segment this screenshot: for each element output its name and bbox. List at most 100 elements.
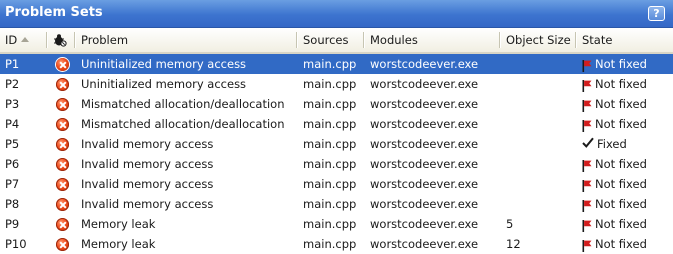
error-icon: [56, 158, 69, 171]
row-modules: worstcodeever.exe: [370, 117, 479, 131]
row-object-size: [501, 54, 575, 74]
column-header-problem[interactable]: Problem: [76, 28, 298, 52]
problem-list[interactable]: P1 Uninitialized memory access main.cpp …: [0, 54, 673, 254]
column-header-state[interactable]: State: [577, 28, 673, 52]
flag-icon: [582, 118, 592, 132]
table-row[interactable]: P8 Invalid memory access main.cpp worstc…: [0, 194, 673, 214]
column-header-modules-label: Modules: [370, 33, 418, 47]
column-header-object-size[interactable]: Object Size: [501, 28, 577, 52]
row-object-size: [501, 114, 575, 134]
row-sources: main.cpp: [303, 237, 357, 251]
row-problem: Memory leak: [81, 237, 156, 251]
row-problem: Mismatched allocation/deallocation: [81, 117, 285, 131]
row-id: P3: [5, 97, 20, 111]
row-sources: main.cpp: [303, 77, 357, 91]
table-row[interactable]: P3 Mismatched allocation/deallocation ma…: [0, 94, 673, 114]
row-id: P7: [5, 177, 20, 191]
error-icon: [56, 78, 69, 91]
row-state: Not fixed: [577, 174, 673, 194]
row-state: Not fixed: [577, 234, 673, 254]
table-row[interactable]: P7 Invalid memory access main.cpp worstc…: [0, 174, 673, 194]
row-id: P5: [5, 137, 20, 151]
row-modules: worstcodeever.exe: [370, 217, 479, 231]
table-row[interactable]: P9 Memory leak main.cpp worstcodeever.ex…: [0, 214, 673, 234]
help-button[interactable]: ?: [648, 6, 665, 21]
flag-icon: [582, 238, 592, 252]
column-header-object-size-label: Object Size: [506, 33, 571, 47]
column-header-modules[interactable]: Modules: [365, 28, 501, 52]
row-state-label: Not fixed: [595, 97, 647, 111]
row-state: Not fixed: [577, 94, 673, 114]
row-modules: worstcodeever.exe: [370, 237, 479, 251]
row-state-label: Not fixed: [595, 117, 647, 131]
row-id: P6: [5, 157, 20, 171]
row-object-size: [501, 74, 575, 94]
error-icon: [56, 138, 69, 151]
row-object-size: [501, 134, 575, 154]
row-object-size: [501, 194, 575, 214]
table-row[interactable]: P5 Invalid memory access main.cpp worstc…: [0, 134, 673, 154]
checkmark-icon: [582, 134, 594, 154]
table-row[interactable]: P4 Mismatched allocation/deallocation ma…: [0, 114, 673, 134]
flag-icon: [582, 78, 592, 92]
row-modules: worstcodeever.exe: [370, 57, 479, 71]
error-icon: [56, 238, 69, 251]
error-icon: [56, 58, 69, 71]
row-state: Not fixed: [577, 214, 673, 234]
row-state: Fixed: [577, 134, 673, 154]
panel-title: Problem Sets: [5, 5, 103, 20]
row-modules: worstcodeever.exe: [370, 77, 479, 91]
row-modules: worstcodeever.exe: [370, 157, 479, 171]
flag-icon: [582, 218, 592, 232]
flag-icon: [582, 198, 592, 212]
row-id: P10: [5, 237, 27, 251]
row-id: P9: [5, 217, 20, 231]
row-problem: Uninitialized memory access: [81, 77, 247, 91]
row-problem: Invalid memory access: [81, 157, 214, 171]
flag-icon: [582, 158, 592, 172]
row-state: Not fixed: [577, 114, 673, 134]
table-row[interactable]: P2 Uninitialized memory access main.cpp …: [0, 74, 673, 94]
row-id: P4: [5, 117, 20, 131]
column-header-sources-label: Sources: [303, 33, 349, 47]
row-state-label: Not fixed: [595, 237, 647, 251]
row-state-label: Not fixed: [595, 57, 647, 71]
table-row[interactable]: P10 Memory leak main.cpp worstcodeever.e…: [0, 234, 673, 254]
column-header-id-label: ID: [5, 33, 18, 47]
column-header-status-icon[interactable]: [48, 28, 76, 52]
table-row[interactable]: P6 Invalid memory access main.cpp worstc…: [0, 154, 673, 174]
row-object-size: [501, 154, 575, 174]
flag-icon: [582, 58, 592, 72]
row-state-label: Not fixed: [595, 197, 647, 211]
row-problem: Memory leak: [81, 217, 156, 231]
row-problem: Invalid memory access: [81, 197, 214, 211]
row-object-size: 5: [506, 217, 514, 231]
row-modules: worstcodeever.exe: [370, 197, 479, 211]
table-row[interactable]: P1 Uninitialized memory access main.cpp …: [0, 54, 673, 74]
panel-title-bar: Problem Sets ?: [0, 0, 673, 28]
row-problem: Invalid memory access: [81, 177, 214, 191]
row-problem: Uninitialized memory access: [81, 57, 247, 71]
flag-icon: [582, 178, 592, 192]
column-header-id[interactable]: ID: [0, 28, 48, 52]
row-state-label: Fixed: [597, 137, 627, 151]
error-icon: [56, 218, 69, 231]
problem-sets-panel: Problem Sets ? ID Problem Sources Module…: [0, 0, 673, 254]
row-state-label: Not fixed: [595, 177, 647, 191]
flag-icon: [582, 98, 592, 112]
row-id: P2: [5, 77, 20, 91]
column-header-state-label: State: [582, 33, 613, 47]
error-icon: [56, 98, 69, 111]
row-sources: main.cpp: [303, 57, 357, 71]
row-sources: main.cpp: [303, 217, 357, 231]
row-object-size: [501, 174, 575, 194]
row-modules: worstcodeever.exe: [370, 177, 479, 191]
error-icon: [56, 118, 69, 131]
row-sources: main.cpp: [303, 157, 357, 171]
column-header-sources[interactable]: Sources: [298, 28, 365, 52]
row-id: P8: [5, 197, 20, 211]
column-header-problem-label: Problem: [81, 33, 129, 47]
row-object-size: 12: [506, 237, 521, 251]
error-icon: [56, 178, 69, 191]
row-sources: main.cpp: [303, 137, 357, 151]
